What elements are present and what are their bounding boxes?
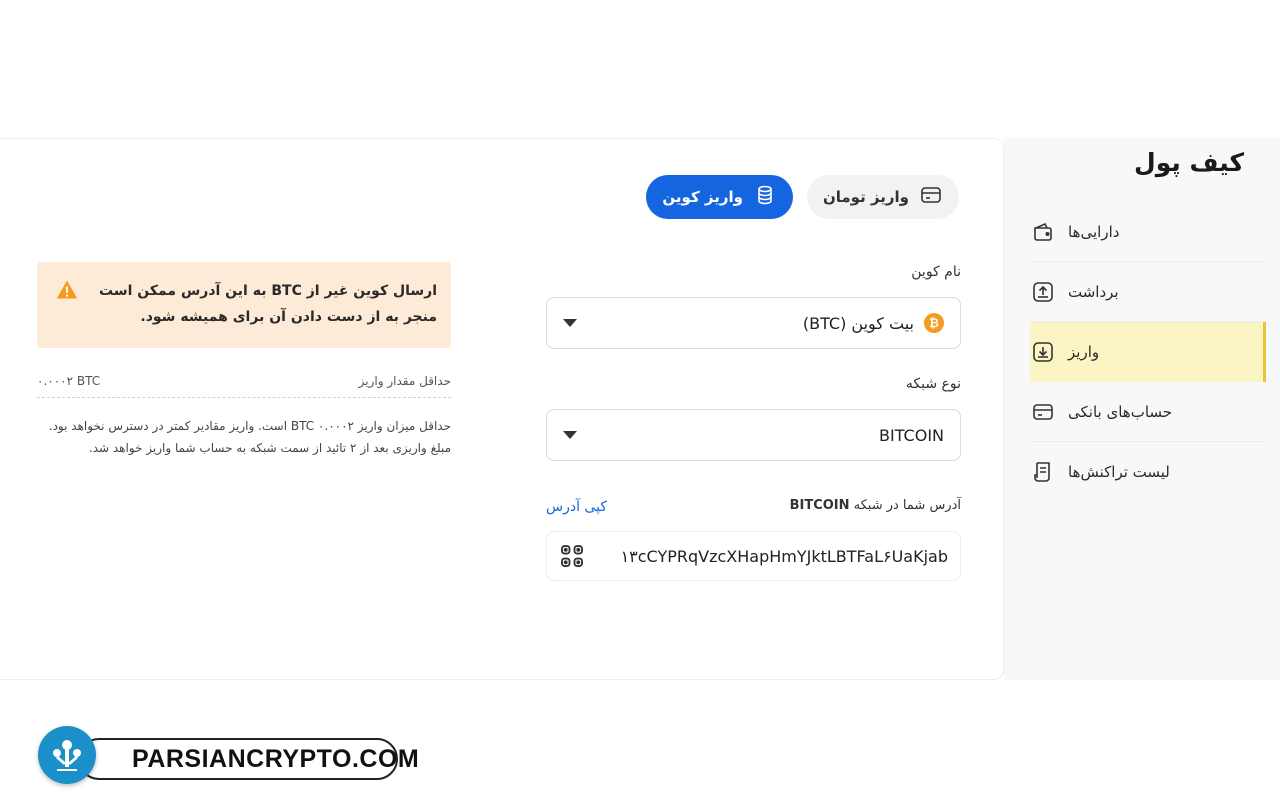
- warning-icon: [55, 278, 79, 348]
- card-icon: [919, 183, 943, 211]
- deposit-note: مبلغ واریزی بعد از ۲ تائید از سمت شبکه ب…: [88, 441, 451, 455]
- sidebar-item-transactions[interactable]: لیست تراکنش‌ها: [1030, 442, 1266, 502]
- sidebar-item-deposit[interactable]: واریز: [1030, 322, 1266, 382]
- coin-select[interactable]: ₿ بیت کوین (BTC): [546, 297, 961, 349]
- coins-icon: [753, 183, 777, 211]
- sidebar: کیف پول دارایی‌ها برداشت واریز حساب‌های …: [1004, 138, 1280, 680]
- network-type-label: نوع شبکه: [905, 376, 961, 392]
- network-select-value: BITCOIN: [879, 425, 944, 445]
- tree-logo-icon: [38, 726, 96, 784]
- min-deposit-value: ۰.۰۰۰۲ BTC: [37, 373, 101, 388]
- tab-coin-deposit[interactable]: واریز کوین: [646, 175, 793, 219]
- chevron-down-icon: [563, 431, 577, 439]
- deposit-panel: واریز تومان واریز کوین نام کوین ₿ بیت کو…: [0, 138, 1004, 680]
- deposit-notes: حداقل میزان واریز BTC ۰.۰۰۰۲ است. واریز …: [37, 415, 451, 459]
- upload-icon: [1030, 279, 1056, 305]
- sidebar-title: کیف پول: [1134, 148, 1244, 177]
- address-label-prefix: آدرس شما در شبکه: [853, 498, 961, 513]
- sidebar-item-withdraw[interactable]: برداشت: [1030, 262, 1266, 322]
- address-label-network: BITCOIN: [789, 498, 850, 513]
- network-select[interactable]: BITCOIN: [546, 409, 961, 461]
- page: کیف پول دارایی‌ها برداشت واریز حساب‌های …: [0, 0, 1280, 800]
- deposit-address-box: ۱۳cCYPRqVzcXHapHmYJktLBTFaL۶UaKjab: [546, 531, 961, 581]
- deposit-address[interactable]: ۱۳cCYPRqVzcXHapHmYJktLBTFaL۶UaKjab: [621, 547, 948, 566]
- qr-code-icon[interactable]: [557, 541, 587, 571]
- coin-select-text: بیت کوین (BTC): [802, 313, 914, 333]
- warning-text-part1: ارسال کوین غیر از: [301, 283, 437, 299]
- sidebar-item-label: لیست تراکنش‌ها: [1068, 463, 1170, 481]
- coin-name-label: نام کوین: [911, 264, 961, 280]
- min-deposit-label: حداقل مقدار واریز: [358, 373, 451, 388]
- copy-address-link[interactable]: کپی آدرس: [546, 499, 607, 515]
- bitcoin-icon: ₿: [924, 313, 944, 333]
- download-icon: [1030, 339, 1056, 365]
- sidebar-item-label: دارایی‌ها: [1068, 222, 1120, 241]
- warning-text-coin: BTC: [271, 283, 302, 299]
- coin-select-value: ₿ بیت کوین (BTC): [803, 313, 944, 333]
- tab-label: واریز کوین: [662, 188, 743, 206]
- sidebar-item-assets[interactable]: دارایی‌ها: [1030, 202, 1266, 262]
- sidebar-item-label: واریز: [1068, 343, 1100, 361]
- tab-toman-deposit[interactable]: واریز تومان: [806, 175, 959, 219]
- chevron-down-icon: [563, 319, 577, 327]
- card-icon: [1030, 399, 1056, 425]
- warning-text: ارسال کوین غیر از BTC به این آدرس ممکن ا…: [89, 278, 437, 348]
- sidebar-item-label: برداشت: [1068, 282, 1119, 301]
- wallet-icon: [1030, 219, 1056, 245]
- address-label: آدرس شما در شبکه BITCOIN: [790, 498, 961, 513]
- receipt-icon: [1030, 459, 1056, 485]
- warning-banner: ارسال کوین غیر از BTC به این آدرس ممکن ا…: [37, 262, 451, 348]
- deposit-note: حداقل میزان واریز BTC ۰.۰۰۰۲ است. واریز …: [48, 419, 451, 433]
- sidebar-item-bank-accounts[interactable]: حساب‌های بانکی: [1030, 382, 1266, 442]
- watermark-text: PARSIANCRYPTO.COM: [78, 738, 419, 780]
- watermark-logo: PARSIANCRYPTO.COM: [38, 726, 419, 786]
- sidebar-item-label: حساب‌های بانکی: [1068, 402, 1173, 421]
- deposit-tabs: واریز تومان واریز کوین: [646, 175, 959, 219]
- min-deposit-row: ۰.۰۰۰۲ BTC حداقل مقدار واریز: [37, 364, 451, 398]
- tab-label: واریز تومان: [822, 188, 909, 206]
